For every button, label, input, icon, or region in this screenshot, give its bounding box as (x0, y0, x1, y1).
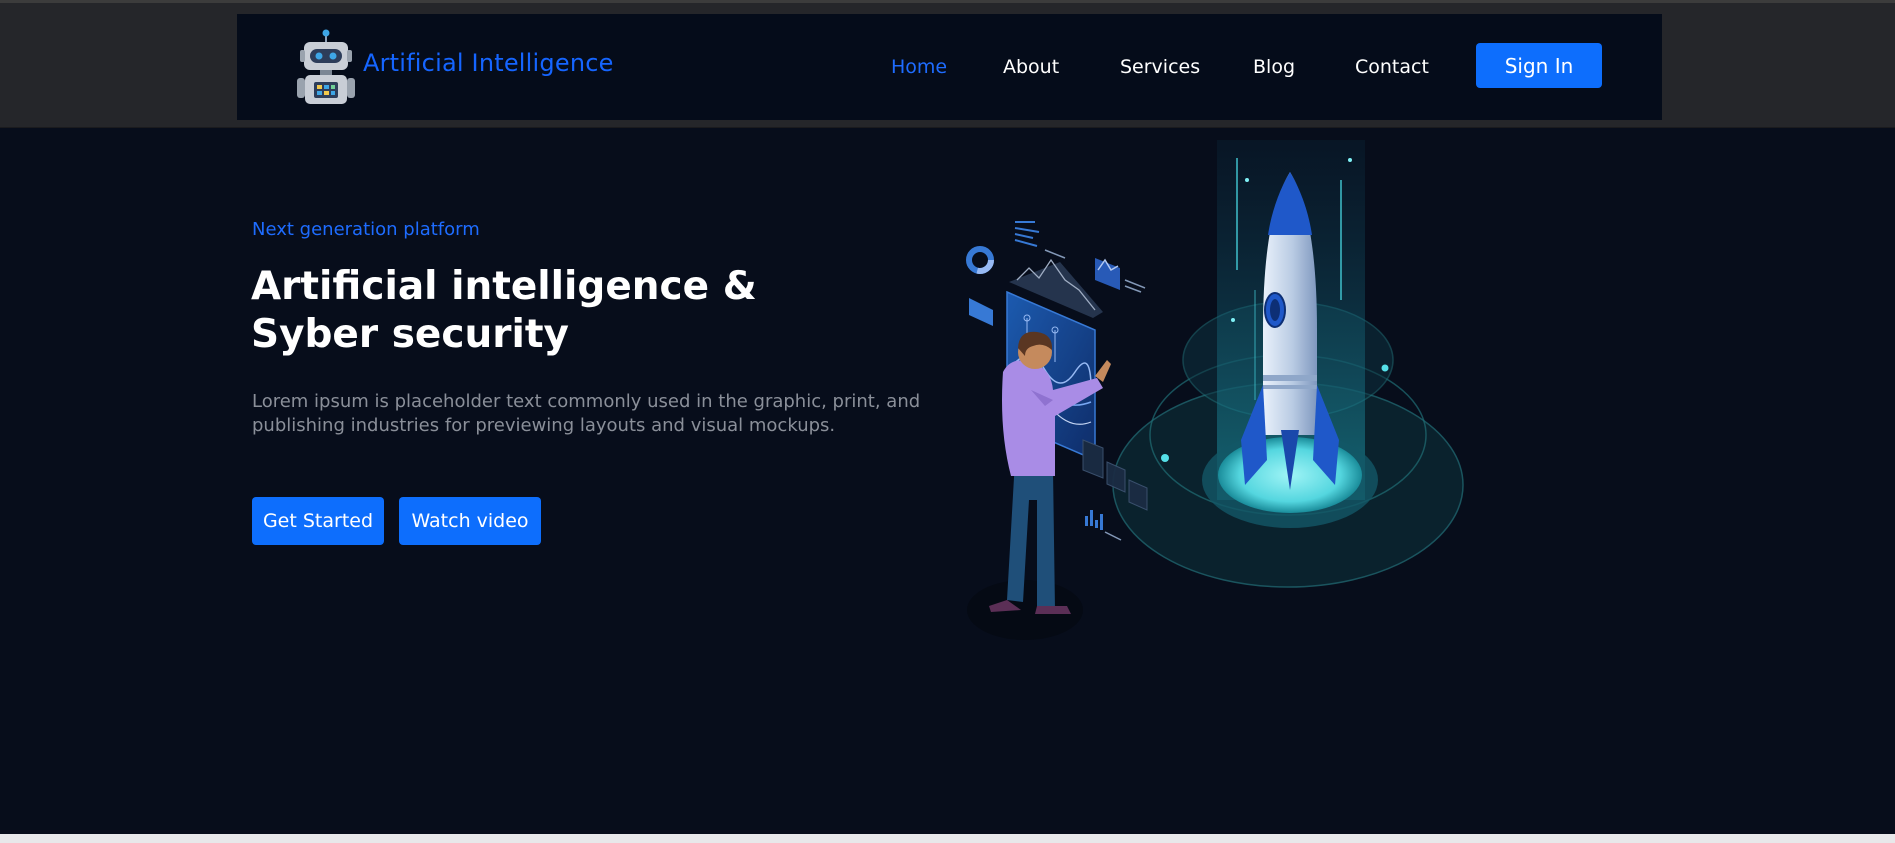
bottom-strip (0, 834, 1895, 843)
nav-home[interactable]: Home (891, 56, 947, 78)
get-started-button[interactable]: Get Started (252, 497, 384, 545)
hero-description: Lorem ipsum is placeholder text commonly… (252, 391, 921, 436)
robot-icon[interactable] (295, 28, 357, 106)
brand-name[interactable]: Artificial Intelligence (363, 49, 614, 77)
navbar: Artificial Intelligence Home About Servi… (237, 14, 1662, 120)
nav-contact[interactable]: Contact (1355, 56, 1429, 78)
hero-section: Next generation platform Artificial inte… (0, 128, 1895, 834)
nav-blog[interactable]: Blog (1253, 56, 1295, 78)
hero-title: Artificial intelligence & Syber security (251, 264, 757, 357)
watch-video-button[interactable]: Watch video (399, 497, 541, 545)
nav-about[interactable]: About (1003, 56, 1059, 78)
hero-eyebrow: Next generation platform (252, 219, 480, 240)
header-bar: Artificial Intelligence Home About Servi… (0, 3, 1895, 128)
rocket-launch-illustration (955, 140, 1475, 640)
nav-services[interactable]: Services (1120, 56, 1200, 78)
sign-in-button[interactable]: Sign In (1476, 43, 1602, 88)
